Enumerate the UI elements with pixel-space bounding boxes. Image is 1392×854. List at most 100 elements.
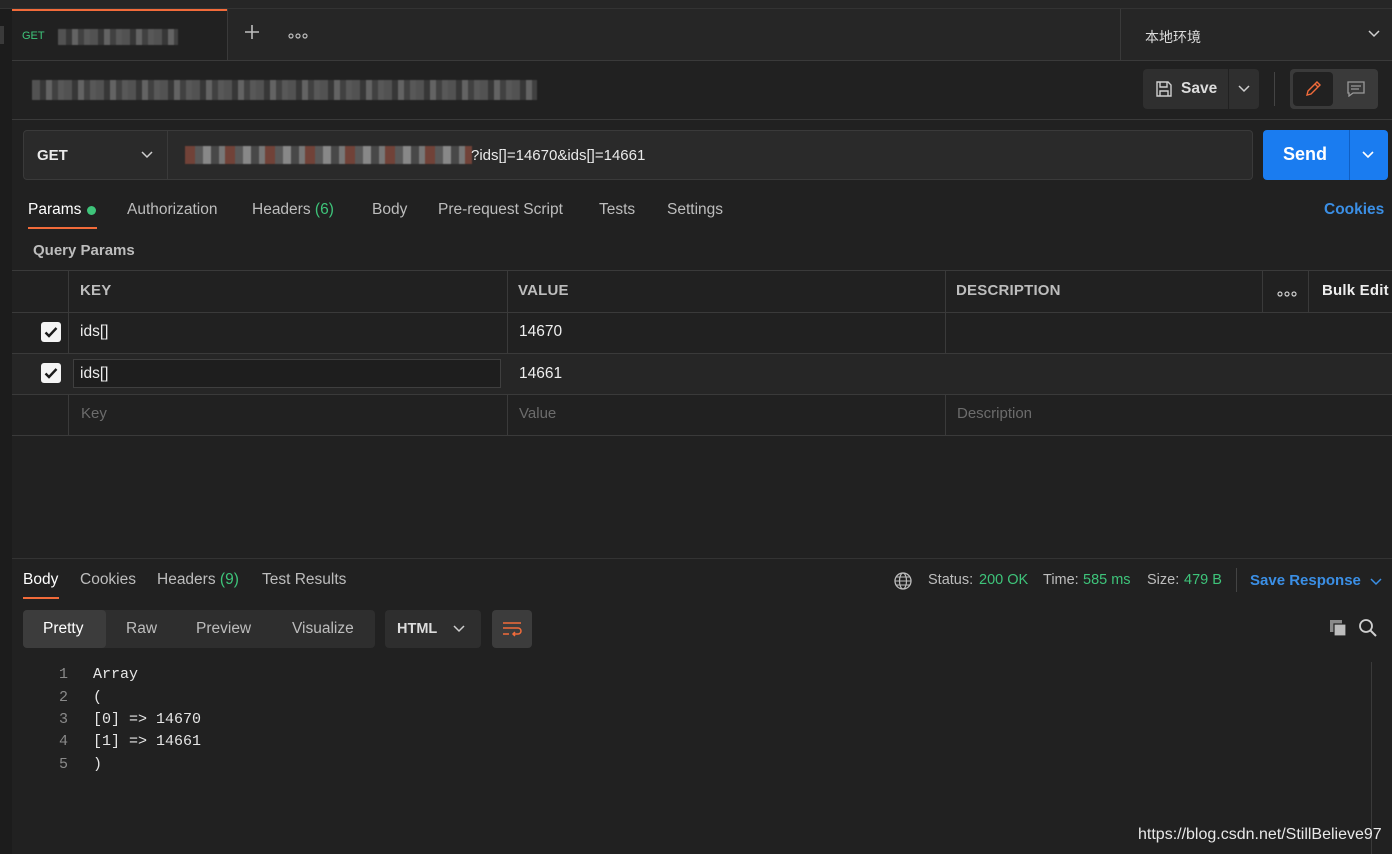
response-tab-test-results[interactable]: Test Results <box>262 571 346 589</box>
view-mode-pretty[interactable]: Pretty <box>23 610 106 648</box>
new-tab-plus-icon[interactable] <box>242 22 262 42</box>
save-response-button[interactable]: Save Response <box>1250 572 1390 592</box>
chevron-down-icon <box>1238 85 1250 93</box>
response-tab-body-label: Body <box>23 571 59 588</box>
code-line: Array <box>93 666 139 683</box>
wrap-lines-button[interactable] <box>492 610 532 648</box>
watermark: https://blog.csdn.net/StillBelieve97 <box>1138 826 1382 843</box>
chevron-down-icon <box>453 625 465 633</box>
status-label: Status: <box>928 572 974 588</box>
table-options-icon[interactable] <box>1276 286 1298 297</box>
view-mode-raw[interactable]: Raw <box>126 620 157 638</box>
method-label: GET <box>37 147 68 164</box>
pencil-icon <box>1306 81 1321 96</box>
tab-headers-count: (6) <box>314 201 334 218</box>
url-host-redacted <box>185 146 472 164</box>
view-mode-group: Pretty Raw Preview Visualize <box>23 610 375 648</box>
response-tab-headers[interactable]: Headers (9) <box>157 571 239 589</box>
size-value[interactable]: 479 B <box>1184 572 1222 588</box>
tab-params[interactable]: Params <box>28 201 100 231</box>
tab-params-label: Params <box>28 201 82 218</box>
line-number: 3 <box>58 711 68 728</box>
url-input[interactable]: ?ids[]=14670&ids[]=14661 <box>168 130 1253 180</box>
param-key-cell[interactable]: ids[] <box>80 323 108 341</box>
save-button[interactable]: Save <box>1143 69 1228 109</box>
param-value-cell[interactable]: 14661 <box>519 365 562 383</box>
code-line: ( <box>93 689 103 706</box>
line-number: 1 <box>58 666 68 683</box>
comment-icon <box>1347 81 1365 97</box>
active-tab-underline <box>28 227 97 229</box>
row-checkbox[interactable] <box>41 363 61 383</box>
response-tab-body[interactable]: Body <box>23 571 63 601</box>
tab-headers-label: Headers <box>252 201 311 218</box>
request-tab[interactable]: GET <box>12 9 227 62</box>
url-query-text: ?ids[]=14670&ids[]=14661 <box>471 147 646 164</box>
response-tab-headers-count: (9) <box>219 571 239 588</box>
active-tab-underline <box>23 597 59 599</box>
method-select[interactable]: GET <box>23 130 168 180</box>
checkmark-icon <box>44 327 58 338</box>
environment-selector[interactable]: 本地环境 <box>1121 9 1392 60</box>
line-number: 5 <box>58 756 68 773</box>
time-value[interactable]: 585 ms <box>1083 572 1131 588</box>
tab-authorization[interactable]: Authorization <box>127 201 217 219</box>
code-line: [0] => 14670 <box>93 711 202 728</box>
format-select[interactable]: HTML <box>385 610 481 648</box>
new-value-input[interactable]: Value <box>519 405 556 422</box>
save-response-label: Save Response <box>1250 572 1361 589</box>
save-button-label: Save <box>1181 80 1218 97</box>
chevron-down-icon <box>141 151 153 159</box>
tab-body[interactable]: Body <box>372 201 407 219</box>
wrap-lines-icon <box>503 622 522 637</box>
code-line: [1] => 14661 <box>93 733 202 750</box>
send-button[interactable]: Send <box>1263 130 1349 180</box>
column-header-description: DESCRIPTION <box>956 282 1061 299</box>
view-mode-pretty-label: Pretty <box>43 620 84 637</box>
save-options-button[interactable] <box>1229 69 1259 109</box>
code-line: ) <box>93 756 103 773</box>
request-tab-method: GET <box>22 30 45 42</box>
tab-tests[interactable]: Tests <box>599 201 635 219</box>
comments-button[interactable] <box>1336 72 1376 106</box>
format-label: HTML <box>397 621 438 637</box>
status-value[interactable]: 200 OK <box>979 572 1028 588</box>
column-header-value: VALUE <box>518 282 569 299</box>
globe-icon[interactable] <box>893 571 913 591</box>
size-label: Size: <box>1147 572 1180 588</box>
new-description-input[interactable]: Description <box>957 405 1032 422</box>
new-key-input[interactable]: Key <box>81 405 107 422</box>
table-row <box>12 313 1392 353</box>
param-value-cell[interactable]: 14670 <box>519 323 562 341</box>
response-tab-cookies[interactable]: Cookies <box>80 571 136 589</box>
param-key-cell: ids[] <box>80 365 109 382</box>
cookies-link[interactable]: Cookies <box>1324 201 1384 219</box>
search-icon[interactable] <box>1358 618 1378 638</box>
bulk-edit-button[interactable]: Bulk Edit <box>1322 282 1389 299</box>
send-button-label: Send <box>1283 144 1328 164</box>
param-key-input-focused[interactable] <box>73 359 501 388</box>
time-label: Time: <box>1043 572 1079 588</box>
row-checkbox[interactable] <box>41 322 61 342</box>
line-number: 2 <box>58 689 68 706</box>
tab-headers[interactable]: Headers (6) <box>252 201 334 219</box>
edit-mode-button[interactable] <box>1293 72 1333 106</box>
mode-toggle <box>1290 69 1378 109</box>
tab-prerequest-script[interactable]: Pre-request Script <box>438 201 563 219</box>
request-name-redacted <box>32 80 537 100</box>
response-tab-headers-label: Headers <box>157 571 216 588</box>
environment-label: 本地环境 <box>1145 30 1201 46</box>
line-number: 4 <box>58 733 68 750</box>
tab-settings[interactable]: Settings <box>667 201 723 219</box>
chevron-down-icon <box>1362 151 1374 159</box>
more-tabs-icon[interactable] <box>287 28 311 39</box>
view-mode-preview[interactable]: Preview <box>196 620 251 638</box>
pane-splitter[interactable] <box>12 558 1392 559</box>
view-mode-visualize[interactable]: Visualize <box>292 620 354 638</box>
send-options-button[interactable] <box>1349 130 1388 180</box>
save-icon <box>1156 81 1172 97</box>
checkmark-icon <box>44 368 58 379</box>
chevron-down-icon <box>1370 578 1382 586</box>
copy-icon[interactable] <box>1328 618 1348 638</box>
left-gutter <box>0 9 12 854</box>
